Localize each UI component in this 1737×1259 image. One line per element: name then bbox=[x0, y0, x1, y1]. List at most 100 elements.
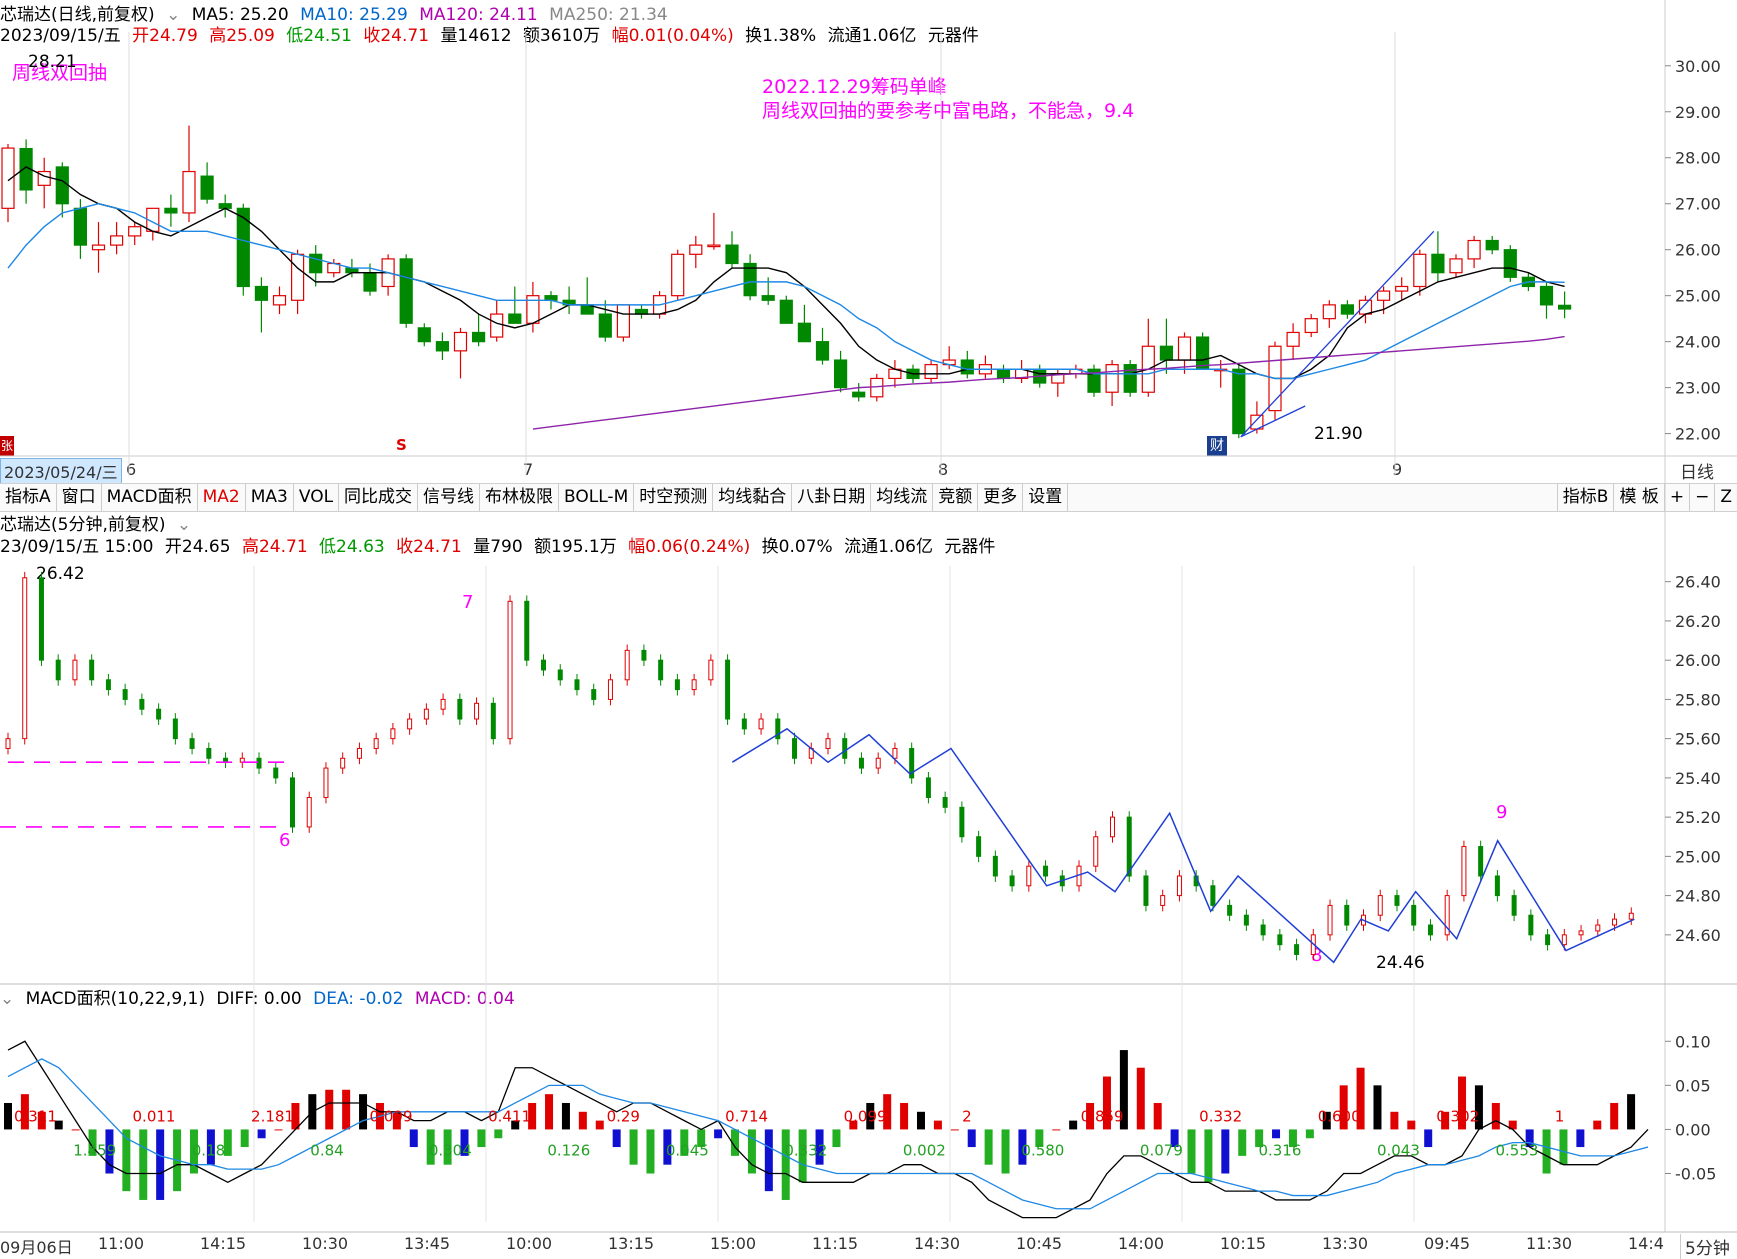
macd-hist-bar bbox=[1136, 1067, 1145, 1130]
m5-candle bbox=[356, 747, 362, 759]
m5-candle bbox=[1126, 816, 1132, 877]
m5-candle bbox=[708, 659, 714, 681]
daily-candle bbox=[309, 253, 323, 274]
daily-candle bbox=[1449, 258, 1463, 274]
m5-candle bbox=[1411, 904, 1417, 926]
m5-candle bbox=[373, 738, 379, 749]
m5-y-tick-label: 25.80 bbox=[1675, 690, 1721, 709]
macd-hist-bar bbox=[967, 1129, 976, 1148]
daily-candle bbox=[128, 226, 142, 237]
m5-y-tick-label: 26.00 bbox=[1675, 651, 1721, 670]
macd-hist-bar bbox=[1069, 1120, 1078, 1130]
m5-candle bbox=[323, 767, 329, 799]
m5-candle bbox=[1461, 846, 1467, 897]
m5-candle bbox=[1344, 904, 1350, 926]
m5-candle bbox=[1294, 944, 1300, 955]
m5-y-tick-label: 24.60 bbox=[1675, 926, 1721, 945]
m5-candle bbox=[1176, 875, 1182, 897]
macd-hist-bar bbox=[900, 1102, 909, 1130]
macd-area-label: 0.099 bbox=[844, 1107, 887, 1125]
m5-candle bbox=[1427, 924, 1433, 936]
macd-hist-bar bbox=[240, 1129, 249, 1148]
daily-candle bbox=[960, 359, 974, 375]
m5-candle bbox=[289, 777, 295, 828]
macd-area-label: 0.859 bbox=[1081, 1107, 1124, 1125]
m5-candle bbox=[474, 702, 480, 720]
macd-area-label: 0.18 bbox=[192, 1141, 225, 1159]
m5-candle bbox=[440, 698, 446, 710]
daily-candle bbox=[272, 295, 287, 306]
daily-candle bbox=[1159, 345, 1174, 361]
m5-candle bbox=[1210, 885, 1216, 906]
m5-candle bbox=[507, 600, 513, 740]
macd-hist-bar bbox=[1272, 1129, 1281, 1139]
macd-area-label: 0.411 bbox=[488, 1107, 531, 1125]
m5-y-tick-label: 25.20 bbox=[1675, 808, 1721, 827]
m5-candle bbox=[273, 767, 279, 779]
m5-candle bbox=[942, 797, 948, 808]
macd-area-label: 1 bbox=[1555, 1107, 1565, 1125]
daily-candle bbox=[852, 391, 866, 398]
macd-area-label: 0.332 bbox=[1199, 1107, 1242, 1125]
m5-candle bbox=[992, 855, 998, 877]
macd-hist-bar bbox=[1390, 1111, 1399, 1130]
daily-ma120-line bbox=[532, 335, 1565, 430]
m5-candle bbox=[524, 600, 530, 661]
macd-area-label: 2 bbox=[962, 1107, 972, 1125]
macd-area-label: 0.043 bbox=[1377, 1141, 1420, 1159]
m5-y-tick-label: 26.40 bbox=[1675, 573, 1721, 592]
m5-y-tick-label: 24.80 bbox=[1675, 887, 1721, 906]
m5-candle bbox=[1528, 914, 1534, 936]
daily-candle bbox=[490, 313, 504, 338]
daily-candle bbox=[1232, 368, 1246, 435]
macd-hist-bar bbox=[1153, 1102, 1162, 1130]
m5-candle bbox=[38, 577, 44, 661]
macd-hist-bar bbox=[781, 1129, 790, 1200]
daily-candle bbox=[1539, 285, 1554, 306]
m5-candle bbox=[607, 679, 613, 700]
macd-hist-bar bbox=[1627, 1094, 1636, 1130]
macd-area-label: 1.459 bbox=[73, 1141, 116, 1159]
daily-candle bbox=[1340, 304, 1355, 315]
m5-candle bbox=[1243, 914, 1249, 926]
daily-candle bbox=[797, 322, 812, 343]
m5-candle bbox=[959, 806, 965, 838]
daily-candle bbox=[671, 253, 685, 297]
macd-hist-bar bbox=[950, 1129, 959, 1131]
daily-y-tick-label: 23.00 bbox=[1675, 379, 1721, 398]
macd-area-label: 0.316 bbox=[1258, 1141, 1301, 1159]
m5-candle bbox=[1377, 895, 1383, 916]
m5-candle bbox=[1009, 875, 1015, 887]
macd-hist-bar bbox=[1491, 1102, 1500, 1130]
daily-candle bbox=[1177, 336, 1192, 361]
macd-hist-bar bbox=[629, 1129, 638, 1165]
m5-candle bbox=[842, 738, 848, 759]
daily-candle bbox=[1485, 239, 1499, 251]
m5-candle bbox=[641, 649, 647, 661]
m5-candle bbox=[457, 698, 463, 720]
macd-hist-bar bbox=[1559, 1129, 1568, 1165]
m5-candle bbox=[156, 708, 162, 720]
macd-hist-bar bbox=[4, 1102, 12, 1130]
macd-hist-bar bbox=[156, 1129, 165, 1200]
m5-candle bbox=[72, 659, 78, 681]
m5-candle bbox=[658, 659, 664, 681]
daily-candle bbox=[1195, 336, 1210, 370]
macd-area-label: 0.553 bbox=[1495, 1141, 1538, 1159]
m5-candle bbox=[1093, 836, 1099, 867]
m5-candle bbox=[1277, 934, 1283, 946]
daily-candle bbox=[725, 244, 739, 265]
daily-candle bbox=[363, 272, 377, 292]
m5-candle bbox=[206, 747, 212, 759]
daily-candle bbox=[996, 368, 1011, 380]
m5-candle bbox=[741, 718, 747, 730]
daily-candle bbox=[924, 364, 938, 380]
macd-hist-bar bbox=[477, 1129, 486, 1148]
macd-y-tick-label: 0.00 bbox=[1675, 1120, 1711, 1139]
macd-hist-bar bbox=[984, 1129, 993, 1165]
macd-area-label: 0.600 bbox=[1318, 1107, 1361, 1125]
m5-candle bbox=[1143, 875, 1149, 906]
daily-candle bbox=[870, 377, 884, 398]
daily-candle bbox=[815, 341, 830, 361]
macd-hist-bar bbox=[359, 1094, 368, 1130]
